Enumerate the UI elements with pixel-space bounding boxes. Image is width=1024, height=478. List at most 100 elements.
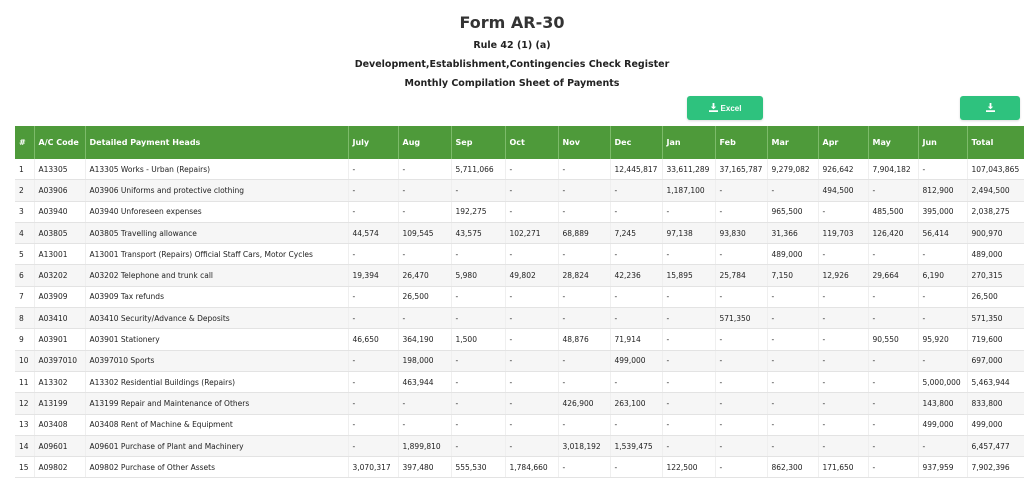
table-cell: A09601: [34, 435, 86, 458]
table-cell: -: [767, 307, 819, 330]
table-cell: -: [505, 435, 559, 458]
table-cell: -: [451, 179, 506, 202]
table-cell: 2,038,275: [967, 201, 1024, 223]
table-cell: -: [610, 243, 663, 266]
table-row: 4 A03805 A03805 Travelling allowance 44,574…: [15, 222, 1024, 245]
table-cell: -: [558, 201, 611, 223]
table-cell: A03408 Rent of Machine & Equipment: [85, 414, 349, 436]
table-cell: 485,500: [868, 201, 919, 223]
table-row: 12 A13199 A13199 Repair and Maintenance of…: [15, 392, 1024, 415]
table-row: 13 A03408 A03408 Rent of Machine & Equipme…: [15, 414, 1024, 436]
table-cell: -: [767, 435, 819, 458]
table-cell: 107,043,865: [967, 159, 1024, 181]
table-cell: -: [715, 435, 768, 458]
table-cell: -: [558, 286, 611, 309]
table-row: 11 A13302 A13302 Residential Buildings (Re…: [15, 371, 1024, 394]
table-cell: -: [818, 328, 869, 351]
table-cell: -: [451, 243, 506, 266]
column-header: Aug: [398, 126, 452, 159]
table-cell: -: [918, 243, 968, 266]
table-cell: A0397010: [34, 350, 86, 372]
table-cell: -: [767, 371, 819, 394]
table-cell: 48,876: [558, 328, 611, 351]
export-excel-button[interactable]: Excel: [687, 96, 763, 120]
table-cell: -: [662, 435, 716, 458]
table-cell: A03805: [34, 222, 86, 245]
table-cell: 29,664: [868, 264, 919, 287]
table-cell: -: [348, 201, 399, 223]
column-header: July: [348, 126, 399, 159]
table-cell: -: [818, 243, 869, 266]
register-subtitle: Development,Establishment,Contingencies …: [354, 59, 670, 70]
column-header: Dec: [610, 126, 663, 159]
table-cell: 426,900: [558, 392, 611, 415]
table-cell: 95,920: [918, 328, 968, 351]
table-cell: 13: [15, 414, 35, 436]
table-cell: 3: [15, 201, 35, 223]
table-cell: 1,784,660: [505, 456, 559, 478]
table-cell: 119,703: [818, 222, 869, 245]
table-cell: -: [398, 414, 452, 436]
table-cell: -: [662, 328, 716, 351]
table-cell: 6: [15, 264, 35, 287]
table-cell: A03901 Stationery: [85, 328, 349, 351]
table-cell: 12,926: [818, 264, 869, 287]
table-cell: -: [451, 414, 506, 436]
column-header: Sep: [451, 126, 506, 159]
table-cell: A03202: [34, 264, 86, 287]
table-cell: -: [451, 307, 506, 330]
table-cell: -: [818, 201, 869, 223]
table-cell: -: [662, 286, 716, 309]
table-cell: -: [868, 392, 919, 415]
table-cell: -: [558, 243, 611, 266]
table-cell: 937,959: [918, 456, 968, 478]
table-cell: -: [451, 286, 506, 309]
table-cell: -: [398, 243, 452, 266]
table-cell: -: [715, 243, 768, 266]
table-cell: 719,600: [967, 328, 1024, 351]
table-cell: 126,420: [868, 222, 919, 245]
table-cell: 7,902,396: [967, 456, 1024, 478]
table-cell: -: [610, 201, 663, 223]
table-cell: -: [505, 307, 559, 330]
table-cell: -: [610, 371, 663, 394]
table-cell: A03901: [34, 328, 86, 351]
table-cell: -: [505, 350, 559, 372]
table-cell: -: [348, 392, 399, 415]
table-cell: -: [398, 392, 452, 415]
table-cell: 43,575: [451, 222, 506, 245]
table-cell: 12: [15, 392, 35, 415]
table-cell: 5: [15, 243, 35, 266]
table-cell: 42,236: [610, 264, 663, 287]
table-cell: -: [662, 371, 716, 394]
table-cell: -: [818, 286, 869, 309]
table-cell: -: [715, 201, 768, 223]
table-cell: 26,500: [398, 286, 452, 309]
table-cell: -: [868, 243, 919, 266]
table-cell: 49,802: [505, 264, 559, 287]
table-cell: -: [348, 243, 399, 266]
table-cell: 397,480: [398, 456, 452, 478]
table-cell: 499,000: [967, 414, 1024, 436]
table-cell: 7,150: [767, 264, 819, 287]
download-button[interactable]: [960, 96, 1020, 120]
table-cell: 7: [15, 286, 35, 309]
download-icon: [708, 102, 718, 114]
table-cell: 31,366: [767, 222, 819, 245]
table-cell: 1,899,810: [398, 435, 452, 458]
table-cell: -: [348, 286, 399, 309]
table-cell: A03202 Telephone and trunk call: [85, 264, 349, 287]
table-cell: -: [558, 179, 611, 202]
column-header: Jun: [918, 126, 968, 159]
table-cell: 6,457,477: [967, 435, 1024, 458]
table-cell: 5,463,944: [967, 371, 1024, 394]
table-cell: 25,784: [715, 264, 768, 287]
table-cell: 4: [15, 222, 35, 245]
table-cell: -: [868, 350, 919, 372]
table-cell: 571,350: [715, 307, 768, 330]
table-cell: -: [558, 307, 611, 330]
table-cell: -: [451, 371, 506, 394]
table-cell: -: [451, 350, 506, 372]
table-row: 6 A03202 A03202 Telephone and trunk call 19…: [15, 264, 1024, 287]
table-cell: -: [868, 371, 919, 394]
